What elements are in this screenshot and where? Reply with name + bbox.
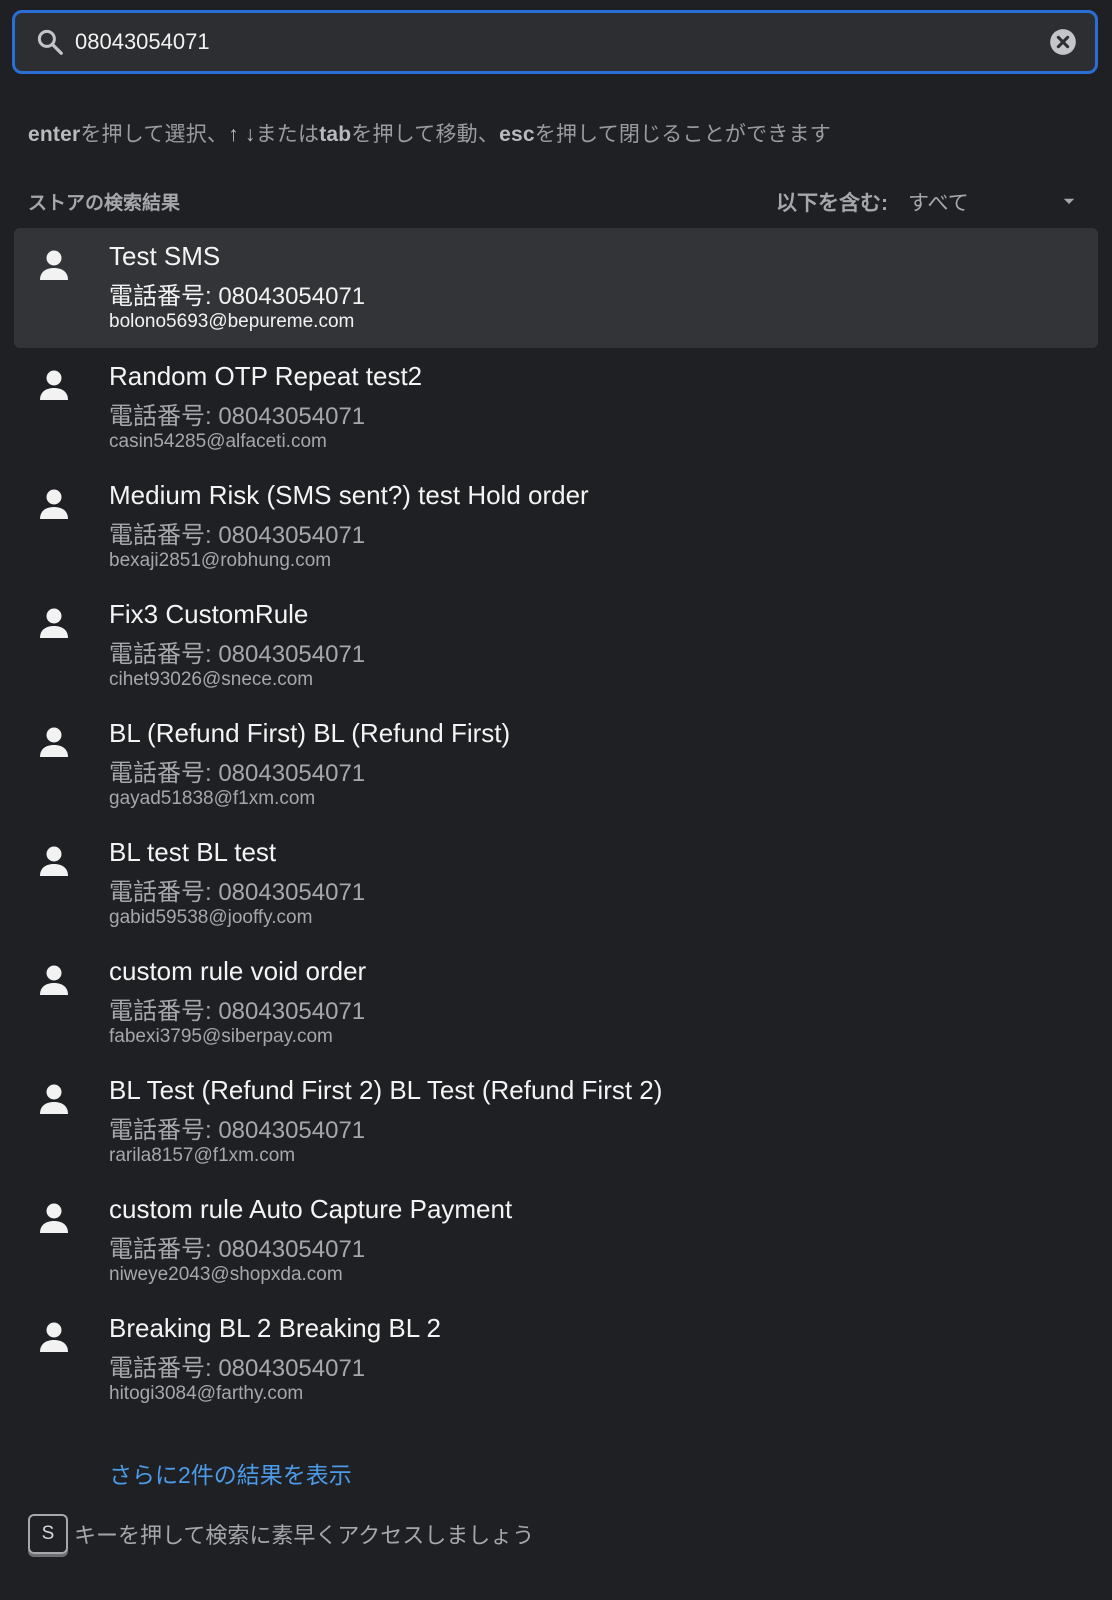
caret-down-icon (1063, 198, 1075, 204)
result-email: hitogi3084@farthy.com (109, 1383, 304, 1404)
footer-hint: S キーを押して検索に素早くアクセスしましょう (28, 1512, 534, 1556)
person-icon (38, 368, 70, 404)
result-name: Fix3 CustomRule (109, 599, 309, 629)
person-icon (38, 725, 70, 761)
result-phone: 電話番号: 08043054071 (109, 1117, 366, 1144)
result-phone: 電話番号: 08043054071 (109, 998, 366, 1025)
esc-key-label: esc (499, 123, 535, 146)
shortcut-key-badge: S (28, 1514, 68, 1554)
result-name: BL test BL test (109, 837, 277, 867)
include-filter-dropdown[interactable]: 以下を含む: すべて (776, 184, 1088, 216)
result-email: bolono5693@bepureme.com (109, 311, 355, 332)
section-title: ストアの検索結果 (28, 193, 181, 214)
result-item[interactable]: Breaking BL 2 Breaking BL 2 電話番号: 0804305… (14, 1300, 1098, 1419)
result-phone: 電話番号: 08043054071 (109, 283, 366, 310)
person-icon (38, 1082, 70, 1118)
enter-key-label: enter (28, 123, 81, 146)
keyboard-hint: enterを押して選択、↑ ↓またはtabを押して移動、escを押して閉じること… (28, 118, 831, 148)
result-name: Random OTP Repeat test2 (109, 361, 423, 391)
result-item[interactable]: custom rule Auto Capture Payment 電話番号: 08… (14, 1181, 1098, 1300)
results-section-header: ストアの検索結果 以下を含む: すべて (28, 186, 1088, 216)
result-name: custom rule void order (109, 956, 367, 986)
result-phone: 電話番号: 08043054071 (109, 760, 366, 787)
show-more-results-link[interactable]: さらに2件の結果を表示 (109, 1456, 352, 1490)
result-name: BL Test (Refund First 2) BL Test (Refund… (109, 1075, 663, 1105)
result-item[interactable]: BL Test (Refund First 2) BL Test (Refund… (14, 1062, 1098, 1181)
filter-label: 以下を含む: (776, 192, 888, 215)
results-list: Test SMS 電話番号: 08043054071 bolono5693@bepu… (14, 228, 1098, 1419)
result-phone: 電話番号: 08043054071 (109, 1355, 366, 1382)
search-icon (37, 29, 63, 55)
result-phone: 電話番号: 08043054071 (109, 1236, 366, 1263)
result-phone: 電話番号: 08043054071 (109, 879, 366, 906)
result-name: custom rule Auto Capture Payment (109, 1194, 513, 1224)
search-bar[interactable] (12, 10, 1098, 74)
result-email: fabexi3795@siberpay.com (109, 1026, 333, 1047)
result-phone: 電話番号: 08043054071 (109, 403, 366, 430)
result-email: cihet93026@snece.com (109, 669, 314, 690)
result-email: rarila8157@f1xm.com (109, 1145, 296, 1166)
arrow-keys-label: ↑ ↓ (228, 123, 256, 146)
result-phone: 電話番号: 08043054071 (109, 641, 366, 668)
person-icon (38, 844, 70, 880)
person-icon (38, 1201, 70, 1237)
person-icon (38, 606, 70, 642)
result-email: gabid59538@jooffy.com (109, 907, 313, 928)
result-phone: 電話番号: 08043054071 (109, 522, 366, 549)
filter-value: すべて (908, 192, 969, 215)
result-name: Medium Risk (SMS sent?) test Hold order (109, 480, 589, 510)
person-icon (38, 248, 70, 284)
clear-circle-icon[interactable] (1049, 28, 1077, 56)
footer-text: キーを押して検索に素早くアクセスしましょう (74, 1523, 535, 1548)
hint-text-2: または (255, 123, 320, 146)
result-item[interactable]: custom rule void order 電話番号: 08043054071 f… (14, 943, 1098, 1062)
hint-text-4: を押して閉じることができます (534, 123, 831, 146)
person-icon (38, 963, 70, 999)
result-item[interactable]: BL (Refund First) BL (Refund First) 電話番号:… (14, 705, 1098, 824)
result-email: niweye2043@shopxda.com (109, 1264, 343, 1285)
result-item[interactable]: Test SMS 電話番号: 08043054071 bolono5693@bepu… (14, 228, 1098, 348)
hint-text-3: を押して移動、 (351, 123, 500, 146)
result-item[interactable]: Medium Risk (SMS sent?) test Hold order 電… (14, 467, 1098, 586)
tab-key-label: tab (319, 123, 352, 146)
person-icon (38, 1320, 70, 1356)
result-item[interactable]: BL test BL test 電話番号: 08043054071 gabid595… (14, 824, 1098, 943)
result-name: Test SMS (109, 241, 221, 271)
search-input[interactable] (75, 22, 1049, 62)
result-item[interactable]: Random OTP Repeat test2 電話番号: 08043054071… (14, 348, 1098, 467)
person-icon (38, 487, 70, 523)
result-item[interactable]: Fix3 CustomRule 電話番号: 08043054071 cihet930… (14, 586, 1098, 705)
hint-text-1: を押して選択、 (80, 123, 229, 146)
result-email: gayad51838@f1xm.com (109, 788, 316, 809)
result-name: BL (Refund First) BL (Refund First) (109, 718, 511, 748)
result-name: Breaking BL 2 Breaking BL 2 (109, 1313, 441, 1343)
result-email: casin54285@alfaceti.com (109, 431, 327, 452)
result-email: bexaji2851@robhung.com (109, 550, 332, 571)
